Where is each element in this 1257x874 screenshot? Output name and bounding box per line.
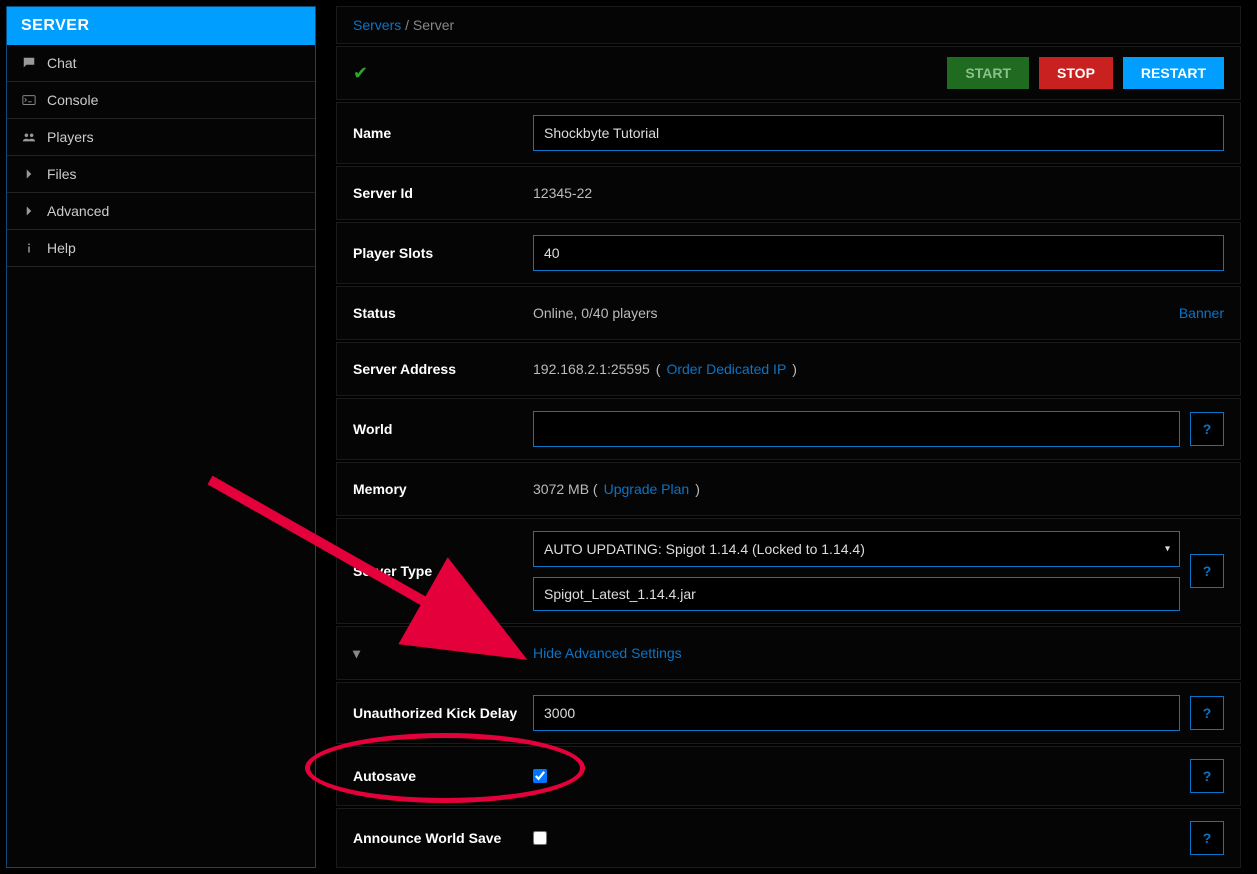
row-announce-world-save: Announce World Save ? [336, 808, 1241, 868]
sidebar-item-players[interactable]: Players [7, 119, 315, 156]
breadcrumb: Servers / Server [336, 6, 1241, 44]
banner-link[interactable]: Banner [1179, 305, 1224, 321]
label-memory: Memory [353, 481, 523, 497]
row-name: Name [336, 102, 1241, 164]
sidebar-item-help[interactable]: Help [7, 230, 315, 267]
row-autosave: Autosave ? [336, 746, 1241, 806]
sidebar-item-label: Players [47, 129, 94, 145]
label-world: World [353, 421, 523, 437]
label-name: Name [353, 125, 523, 141]
help-button-server-type[interactable]: ? [1190, 554, 1224, 588]
label-player-slots: Player Slots [353, 245, 523, 261]
help-button-autosave[interactable]: ? [1190, 759, 1224, 793]
row-advanced-toggle[interactable]: ▾ Hide Advanced Settings [336, 626, 1241, 680]
console-icon [21, 92, 37, 108]
row-player-slots: Player Slots [336, 222, 1241, 284]
sidebar-item-advanced[interactable]: Advanced [7, 193, 315, 230]
label-server-address: Server Address [353, 361, 523, 377]
sidebar: SERVER Chat Console Players Files [6, 6, 316, 868]
breadcrumb-root[interactable]: Servers [353, 17, 401, 33]
world-input[interactable] [533, 411, 1180, 447]
player-slots-input[interactable] [533, 235, 1224, 271]
server-id-value: 12345-22 [533, 185, 592, 201]
row-server-id: Server Id 12345-22 [336, 166, 1241, 220]
name-input[interactable] [533, 115, 1224, 151]
sidebar-item-console[interactable]: Console [7, 82, 315, 119]
sidebar-header: SERVER [7, 7, 315, 45]
row-server-address: Server Address 192.168.2.1:25595 (Order … [336, 342, 1241, 396]
sidebar-item-label: Advanced [47, 203, 109, 219]
label-unauth-kick: Unauthorized Kick Delay [353, 705, 523, 721]
upgrade-plan-link[interactable]: Upgrade Plan [604, 481, 690, 497]
info-icon [21, 240, 37, 256]
announce-world-save-checkbox[interactable] [533, 831, 547, 845]
chevron-down-icon: ▾ [353, 645, 360, 661]
breadcrumb-current: Server [413, 17, 454, 33]
label-server-type: Server Type [353, 563, 523, 579]
row-server-type: Server Type AUTO UPDATING: Spigot 1.14.4… [336, 518, 1241, 624]
server-controls: ✔ START STOP RESTART [336, 46, 1241, 100]
help-button-announce[interactable]: ? [1190, 821, 1224, 855]
label-announce-world-save: Announce World Save [353, 830, 523, 846]
sidebar-item-files[interactable]: Files [7, 156, 315, 193]
server-type-select[interactable]: AUTO UPDATING: Spigot 1.14.4 (Locked to … [533, 531, 1180, 567]
help-button-world[interactable]: ? [1190, 412, 1224, 446]
check-icon: ✔ [353, 63, 368, 84]
autosave-checkbox[interactable] [533, 769, 547, 783]
label-autosave: Autosave [353, 768, 523, 784]
status-value: Online, 0/40 players [533, 305, 658, 321]
sidebar-item-label: Files [47, 166, 77, 182]
stop-button[interactable]: STOP [1039, 57, 1113, 89]
chevron-right-icon [21, 166, 37, 182]
help-button-unauth[interactable]: ? [1190, 696, 1224, 730]
hide-advanced-link[interactable]: Hide Advanced Settings [533, 645, 682, 661]
row-memory: Memory 3072 MB (Upgrade Plan) [336, 462, 1241, 516]
players-icon [21, 129, 37, 145]
sidebar-item-label: Console [47, 92, 98, 108]
server-jar-input[interactable] [533, 577, 1180, 611]
row-unauth-kick: Unauthorized Kick Delay ? [336, 682, 1241, 744]
label-status: Status [353, 305, 523, 321]
breadcrumb-sep: / [405, 17, 409, 33]
main-panel: Servers / Server ✔ START STOP RESTART Na… [336, 6, 1251, 868]
chat-icon [21, 55, 37, 71]
server-address-value: 192.168.2.1:25595 [533, 361, 650, 377]
chevron-right-icon [21, 203, 37, 219]
order-ip-link[interactable]: Order Dedicated IP [666, 361, 786, 377]
unauth-kick-input[interactable] [533, 695, 1180, 731]
label-server-id: Server Id [353, 185, 523, 201]
start-button[interactable]: START [947, 57, 1029, 89]
restart-button[interactable]: RESTART [1123, 57, 1224, 89]
row-world: World ? [336, 398, 1241, 460]
sidebar-item-chat[interactable]: Chat [7, 45, 315, 82]
memory-value: 3072 MB ( [533, 481, 598, 497]
sidebar-item-label: Help [47, 240, 76, 256]
row-status: Status Online, 0/40 players Banner [336, 286, 1241, 340]
sidebar-item-label: Chat [47, 55, 77, 71]
